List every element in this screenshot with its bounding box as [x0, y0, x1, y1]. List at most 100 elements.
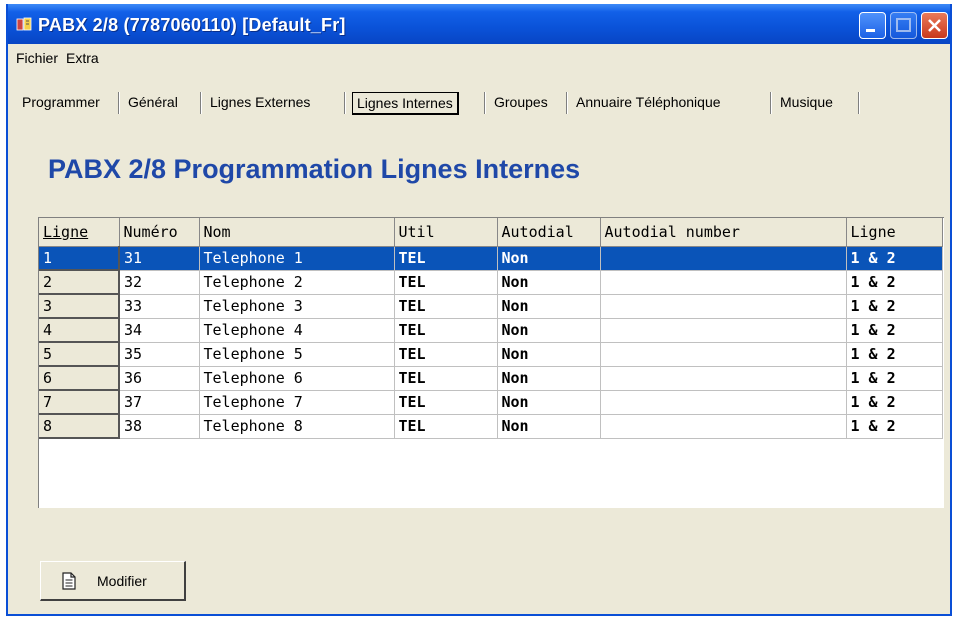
app-icon — [16, 17, 32, 31]
cell-autodial[interactable]: Non — [497, 366, 601, 391]
cell-autodial[interactable]: Non — [497, 294, 601, 319]
cell-nom[interactable]: Telephone 7 — [199, 390, 395, 415]
cell-ligne[interactable]: 4 — [39, 318, 120, 343]
cell-numero[interactable]: 32 — [119, 270, 200, 295]
cell-numero[interactable]: 33 — [119, 294, 200, 319]
col-header-numero[interactable]: Numéro — [119, 218, 200, 247]
table-row[interactable]: 6 36 Telephone 6 TEL Non 1 & 2 — [39, 366, 943, 391]
table-row[interactable]: 3 33 Telephone 3 TEL Non 1 & 2 — [39, 294, 943, 319]
cell-ligne-acces[interactable]: 1 & 2 — [846, 246, 943, 271]
cell-ligne[interactable]: 1 — [39, 246, 120, 271]
cell-ligne[interactable]: 7 — [39, 390, 120, 415]
cell-util[interactable]: TEL — [394, 318, 498, 343]
table-row[interactable]: 8 38 Telephone 8 TEL Non 1 & 2 — [39, 414, 943, 439]
col-header-autodial-number[interactable]: Autodial number — [600, 218, 847, 247]
tab-annuaire[interactable]: Annuaire Téléphonique — [576, 94, 721, 110]
minimize-button[interactable] — [859, 12, 886, 39]
cell-numero[interactable]: 35 — [119, 342, 200, 367]
lines-table: Ligne Numéro Nom Util Autodial Autodial … — [39, 218, 943, 439]
cell-util[interactable]: TEL — [394, 270, 498, 295]
cell-ligne-acces[interactable]: 1 & 2 — [846, 390, 943, 415]
cell-ligne-acces[interactable]: 1 & 2 — [846, 342, 943, 367]
tab-separator — [770, 92, 772, 114]
cell-autodial[interactable]: Non — [497, 342, 601, 367]
title-bar[interactable]: PABX 2/8 (7787060110) [Default_Fr] — [8, 4, 950, 44]
cell-numero[interactable]: 31 — [119, 246, 200, 271]
modify-button[interactable]: Modifier — [40, 561, 186, 601]
cell-numero[interactable]: 38 — [119, 414, 200, 439]
maximize-icon — [896, 18, 911, 32]
menu-fichier[interactable]: Fichier — [16, 50, 58, 66]
cell-autodial[interactable]: Non — [497, 390, 601, 415]
cell-numero[interactable]: 36 — [119, 366, 200, 391]
cell-autodial-number[interactable] — [600, 270, 847, 295]
table-header-row: Ligne Numéro Nom Util Autodial Autodial … — [39, 218, 943, 247]
cell-nom[interactable]: Telephone 5 — [199, 342, 395, 367]
cell-ligne-acces[interactable]: 1 & 2 — [846, 294, 943, 319]
cell-ligne-acces[interactable]: 1 & 2 — [846, 270, 943, 295]
cell-nom[interactable]: Telephone 3 — [199, 294, 395, 319]
tab-separator — [566, 92, 568, 114]
cell-util[interactable]: TEL — [394, 342, 498, 367]
cell-util[interactable]: TEL — [394, 246, 498, 271]
tab-lignes-internes[interactable]: Lignes Internes — [352, 92, 459, 115]
col-header-nom[interactable]: Nom — [199, 218, 395, 247]
tab-general[interactable]: Général — [128, 94, 178, 110]
cell-autodial-number[interactable] — [600, 342, 847, 367]
cell-util[interactable]: TEL — [394, 366, 498, 391]
cell-nom[interactable]: Telephone 2 — [199, 270, 395, 295]
cell-numero[interactable]: 34 — [119, 318, 200, 343]
tab-groupes[interactable]: Groupes — [494, 94, 548, 110]
cell-util[interactable]: TEL — [394, 390, 498, 415]
table-row[interactable]: 7 37 Telephone 7 TEL Non 1 & 2 — [39, 390, 943, 415]
cell-autodial[interactable]: Non — [497, 414, 601, 439]
table-row[interactable]: 4 34 Telephone 4 TEL Non 1 & 2 — [39, 318, 943, 343]
cell-ligne-acces[interactable]: 1 & 2 — [846, 366, 943, 391]
tab-separator — [484, 92, 486, 114]
cell-nom[interactable]: Telephone 8 — [199, 414, 395, 439]
app-window: PABX 2/8 (7787060110) [Default_Fr] Fichi… — [6, 4, 952, 616]
col-header-autodial[interactable]: Autodial — [497, 218, 601, 247]
cell-autodial-number[interactable] — [600, 246, 847, 271]
table-row[interactable]: 5 35 Telephone 5 TEL Non 1 & 2 — [39, 342, 943, 367]
cell-ligne-acces[interactable]: 1 & 2 — [846, 414, 943, 439]
col-header-label: Ligne — [43, 222, 89, 241]
col-header-ligne[interactable]: Ligne — [39, 218, 120, 247]
cell-ligne-acces[interactable]: 1 & 2 — [846, 318, 943, 343]
cell-numero[interactable]: 37 — [119, 390, 200, 415]
cell-autodial[interactable]: Non — [497, 318, 601, 343]
cell-autodial-number[interactable] — [600, 366, 847, 391]
tab-lignes-externes[interactable]: Lignes Externes — [210, 94, 310, 110]
cell-ligne[interactable]: 3 — [39, 294, 120, 319]
maximize-button[interactable] — [890, 12, 917, 39]
cell-nom[interactable]: Telephone 1 — [199, 246, 395, 271]
cell-util[interactable]: TEL — [394, 414, 498, 439]
cell-util[interactable]: TEL — [394, 294, 498, 319]
page-title: PABX 2/8 Programmation Lignes Internes — [48, 154, 581, 184]
cell-autodial[interactable]: Non — [497, 246, 601, 271]
col-header-util[interactable]: Util — [394, 218, 498, 247]
table-row[interactable]: 2 32 Telephone 2 TEL Non 1 & 2 — [39, 270, 943, 295]
cell-autodial-number[interactable] — [600, 414, 847, 439]
minimize-icon — [866, 29, 875, 32]
cell-autodial-number[interactable] — [600, 294, 847, 319]
menu-bar: Fichier Extra — [8, 44, 950, 70]
cell-autodial-number[interactable] — [600, 318, 847, 343]
cell-ligne[interactable]: 6 — [39, 366, 120, 391]
table-row[interactable]: 1 31 Telephone 1 TEL Non 1 & 2 — [39, 246, 943, 271]
lines-grid[interactable]: Ligne Numéro Nom Util Autodial Autodial … — [38, 217, 944, 508]
cell-autodial[interactable]: Non — [497, 270, 601, 295]
cell-ligne[interactable]: 5 — [39, 342, 120, 367]
cell-autodial-number[interactable] — [600, 390, 847, 415]
menu-extra[interactable]: Extra — [66, 50, 99, 66]
cell-ligne[interactable]: 2 — [39, 270, 120, 295]
col-header-ligne-acces[interactable]: Ligne — [846, 218, 943, 247]
close-button[interactable] — [921, 12, 948, 39]
cell-ligne[interactable]: 8 — [39, 414, 120, 439]
tab-musique[interactable]: Musique — [780, 94, 833, 110]
tab-separator — [858, 92, 860, 114]
cell-nom[interactable]: Telephone 6 — [199, 366, 395, 391]
tab-programmer[interactable]: Programmer — [22, 94, 100, 110]
tab-separator — [118, 92, 120, 114]
cell-nom[interactable]: Telephone 4 — [199, 318, 395, 343]
